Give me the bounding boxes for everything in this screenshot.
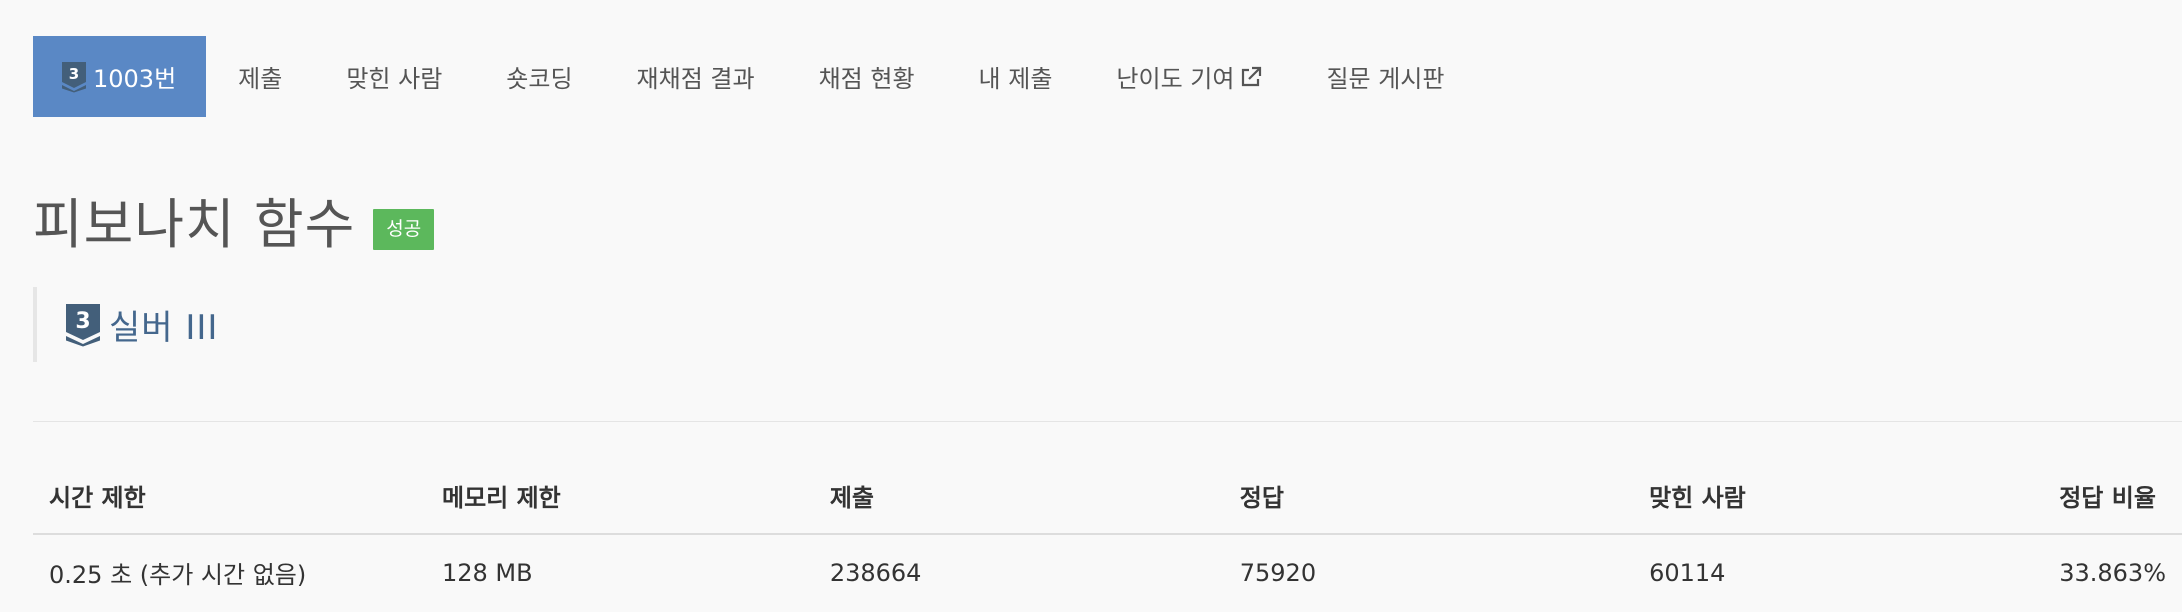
problem-title: 피보나치 함수 xyxy=(33,193,356,256)
cell-solved-users: 60114 xyxy=(1649,558,1726,587)
problem-tier: 3 실버 III xyxy=(33,287,218,362)
table-row: 0.25 초 (추가 시간 없음) 128 MB 238664 75920 60… xyxy=(33,534,2182,610)
nav-tab-my-submissions[interactable]: 내 제출 xyxy=(947,36,1085,117)
table-header-row: 시간 제한 메모리 제한 제출 정답 맞힌 사람 정답 비율 xyxy=(33,462,2182,535)
nav-tab-question-board[interactable]: 질문 게시판 xyxy=(1294,36,1476,117)
cell-time-limit: 0.25 초 (추가 시간 없음) xyxy=(49,561,307,589)
nav-tab-short-coding[interactable]: 숏코딩 xyxy=(474,36,604,117)
tier-level-text: 3 xyxy=(75,309,90,334)
silver-tier-shield-icon: 3 xyxy=(61,61,87,93)
nav-tab-problem-label: 1003번 xyxy=(93,65,177,93)
cell-accepted: 75920 xyxy=(1239,558,1317,587)
problem-nav: 3 1003번 제출 맞힌 사람 숏코딩 재채점 결과 채점 현황 내 제출 난… xyxy=(33,36,1476,117)
header-accept-ratio: 정답 비율 xyxy=(2043,462,2182,535)
tier-name: 실버 III xyxy=(109,308,219,348)
nav-tab-problem[interactable]: 3 1003번 xyxy=(33,36,207,117)
nav-tab-difficulty-contribution[interactable]: 난이도 기여 xyxy=(1084,36,1294,117)
nav-tab-judge-status[interactable]: 채점 현황 xyxy=(787,36,947,117)
problem-info-table: 시간 제한 메모리 제한 제출 정답 맞힌 사람 정답 비율 0.25 초 (추… xyxy=(33,462,2182,610)
section-divider xyxy=(33,421,2182,422)
header-memory-limit: 메모리 제한 xyxy=(425,462,814,535)
nav-tab-submit[interactable]: 제출 xyxy=(206,36,314,117)
header-accepted: 정답 xyxy=(1223,462,1634,535)
silver-tier-shield-icon: 3 xyxy=(65,303,101,347)
problem-page: 3 1003번 제출 맞힌 사람 숏코딩 재채점 결과 채점 현황 내 제출 난… xyxy=(0,0,2182,612)
nav-tab-rejudge-results[interactable]: 재채점 결과 xyxy=(605,36,787,117)
problem-title-row: 피보나치 함수 성공 xyxy=(33,193,435,256)
header-submissions: 제출 xyxy=(813,462,1224,535)
nav-tab-difficulty-label: 난이도 기여 xyxy=(1116,65,1235,93)
tier-level-text: 3 xyxy=(69,65,79,83)
nav-tab-solved-users[interactable]: 맞힌 사람 xyxy=(314,36,474,117)
cell-memory-limit: 128 MB xyxy=(441,558,533,587)
cell-accept-ratio: 33.863% xyxy=(2059,558,2166,587)
status-badge: 성공 xyxy=(373,208,435,250)
cell-submissions: 238664 xyxy=(829,558,922,587)
external-link-icon xyxy=(1240,66,1262,88)
header-time-limit: 시간 제한 xyxy=(33,462,426,535)
header-solved-users: 맞힌 사람 xyxy=(1633,462,2044,535)
